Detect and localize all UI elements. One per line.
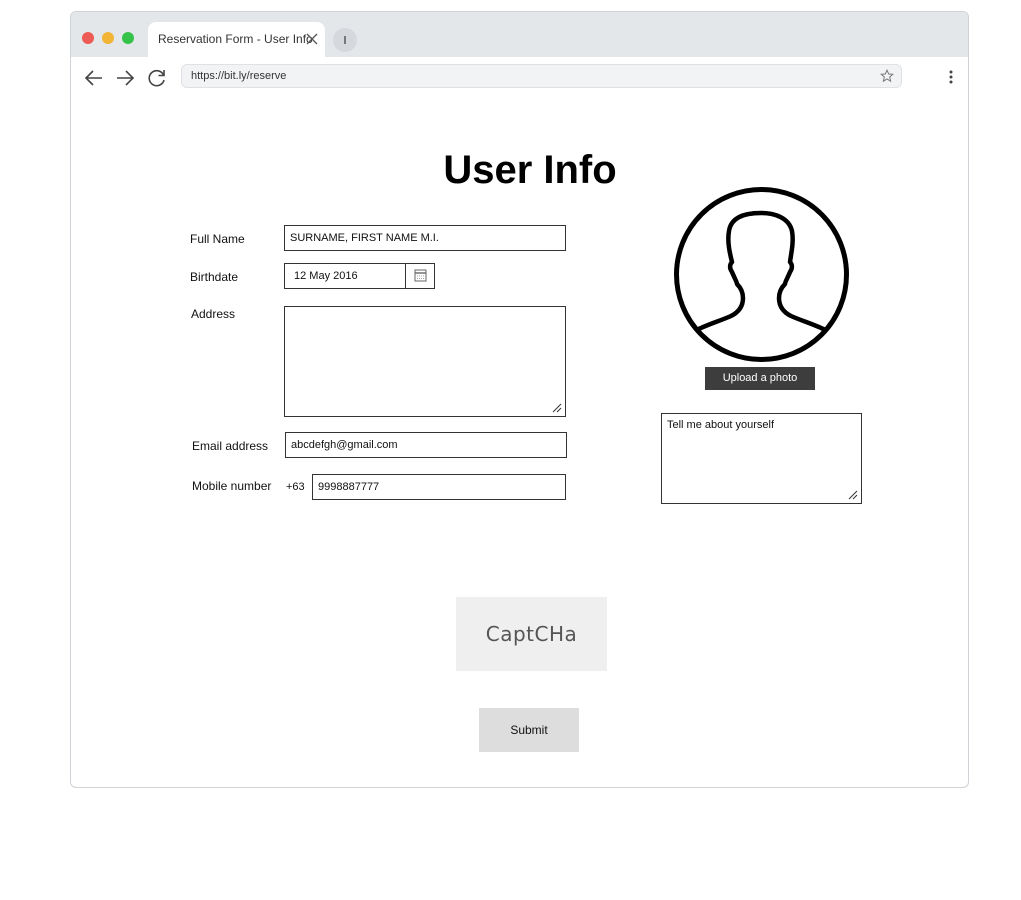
captcha-image: CaptCHa [456, 597, 607, 671]
mobile-value: 9998887777 [318, 481, 380, 493]
full-name-label: Full Name [190, 232, 245, 246]
about-textarea[interactable]: Tell me about yourself [661, 413, 862, 504]
country-code-prefix: +63 [286, 481, 305, 493]
mobile-label: Mobile number [192, 479, 272, 493]
captcha-text: CaptCHa [485, 622, 578, 646]
new-tab-button[interactable] [333, 28, 357, 52]
submit-button[interactable]: Submit [479, 708, 579, 752]
birthdate-input[interactable]: 12 May 2016 [284, 263, 406, 289]
forward-icon[interactable] [114, 67, 136, 89]
url-text: https://bit.ly/reserve [191, 70, 287, 82]
page-title: User Info [443, 148, 617, 192]
resize-handle-icon[interactable] [552, 403, 562, 413]
star-icon[interactable] [880, 69, 894, 83]
address-bar[interactable]: https://bit.ly/reserve [181, 64, 902, 88]
date-picker-button[interactable] [405, 263, 435, 289]
email-label: Email address [192, 439, 269, 453]
menu-icon[interactable] [946, 68, 956, 86]
birthdate-label: Birthdate [190, 270, 239, 284]
full-name-input[interactable]: SURNAME, FIRST NAME M.I. [284, 225, 566, 251]
address-textarea[interactable] [284, 306, 566, 417]
tab-title: Reservation Form - User Info [158, 32, 313, 46]
address-label: Address [191, 307, 236, 321]
reload-icon[interactable] [146, 67, 168, 89]
about-placeholder: Tell me about yourself [667, 419, 774, 431]
close-icon[interactable] [305, 32, 319, 46]
upload-photo-button[interactable]: Upload a photo [705, 367, 815, 390]
minimize-window-button[interactable] [102, 32, 114, 44]
calendar-icon [414, 269, 427, 282]
avatar-icon [674, 187, 849, 362]
full-name-value: SURNAME, FIRST NAME M.I. [290, 232, 439, 244]
close-window-button[interactable] [82, 32, 94, 44]
browser-toolbar: https://bit.ly/reserve [71, 57, 968, 97]
email-input[interactable]: abcdefgh@gmail.com [285, 432, 567, 458]
tab-bar: Reservation Form - User Info [71, 12, 968, 57]
new-tab-icon [344, 36, 346, 44]
maximize-window-button[interactable] [122, 32, 134, 44]
resize-handle-icon[interactable] [848, 490, 858, 500]
birthdate-value: 12 May 2016 [294, 270, 358, 282]
back-icon[interactable] [83, 67, 105, 89]
mobile-input[interactable]: 9998887777 [312, 474, 566, 500]
browser-tab[interactable]: Reservation Form - User Info [148, 22, 325, 57]
email-value: abcdefgh@gmail.com [291, 439, 398, 451]
